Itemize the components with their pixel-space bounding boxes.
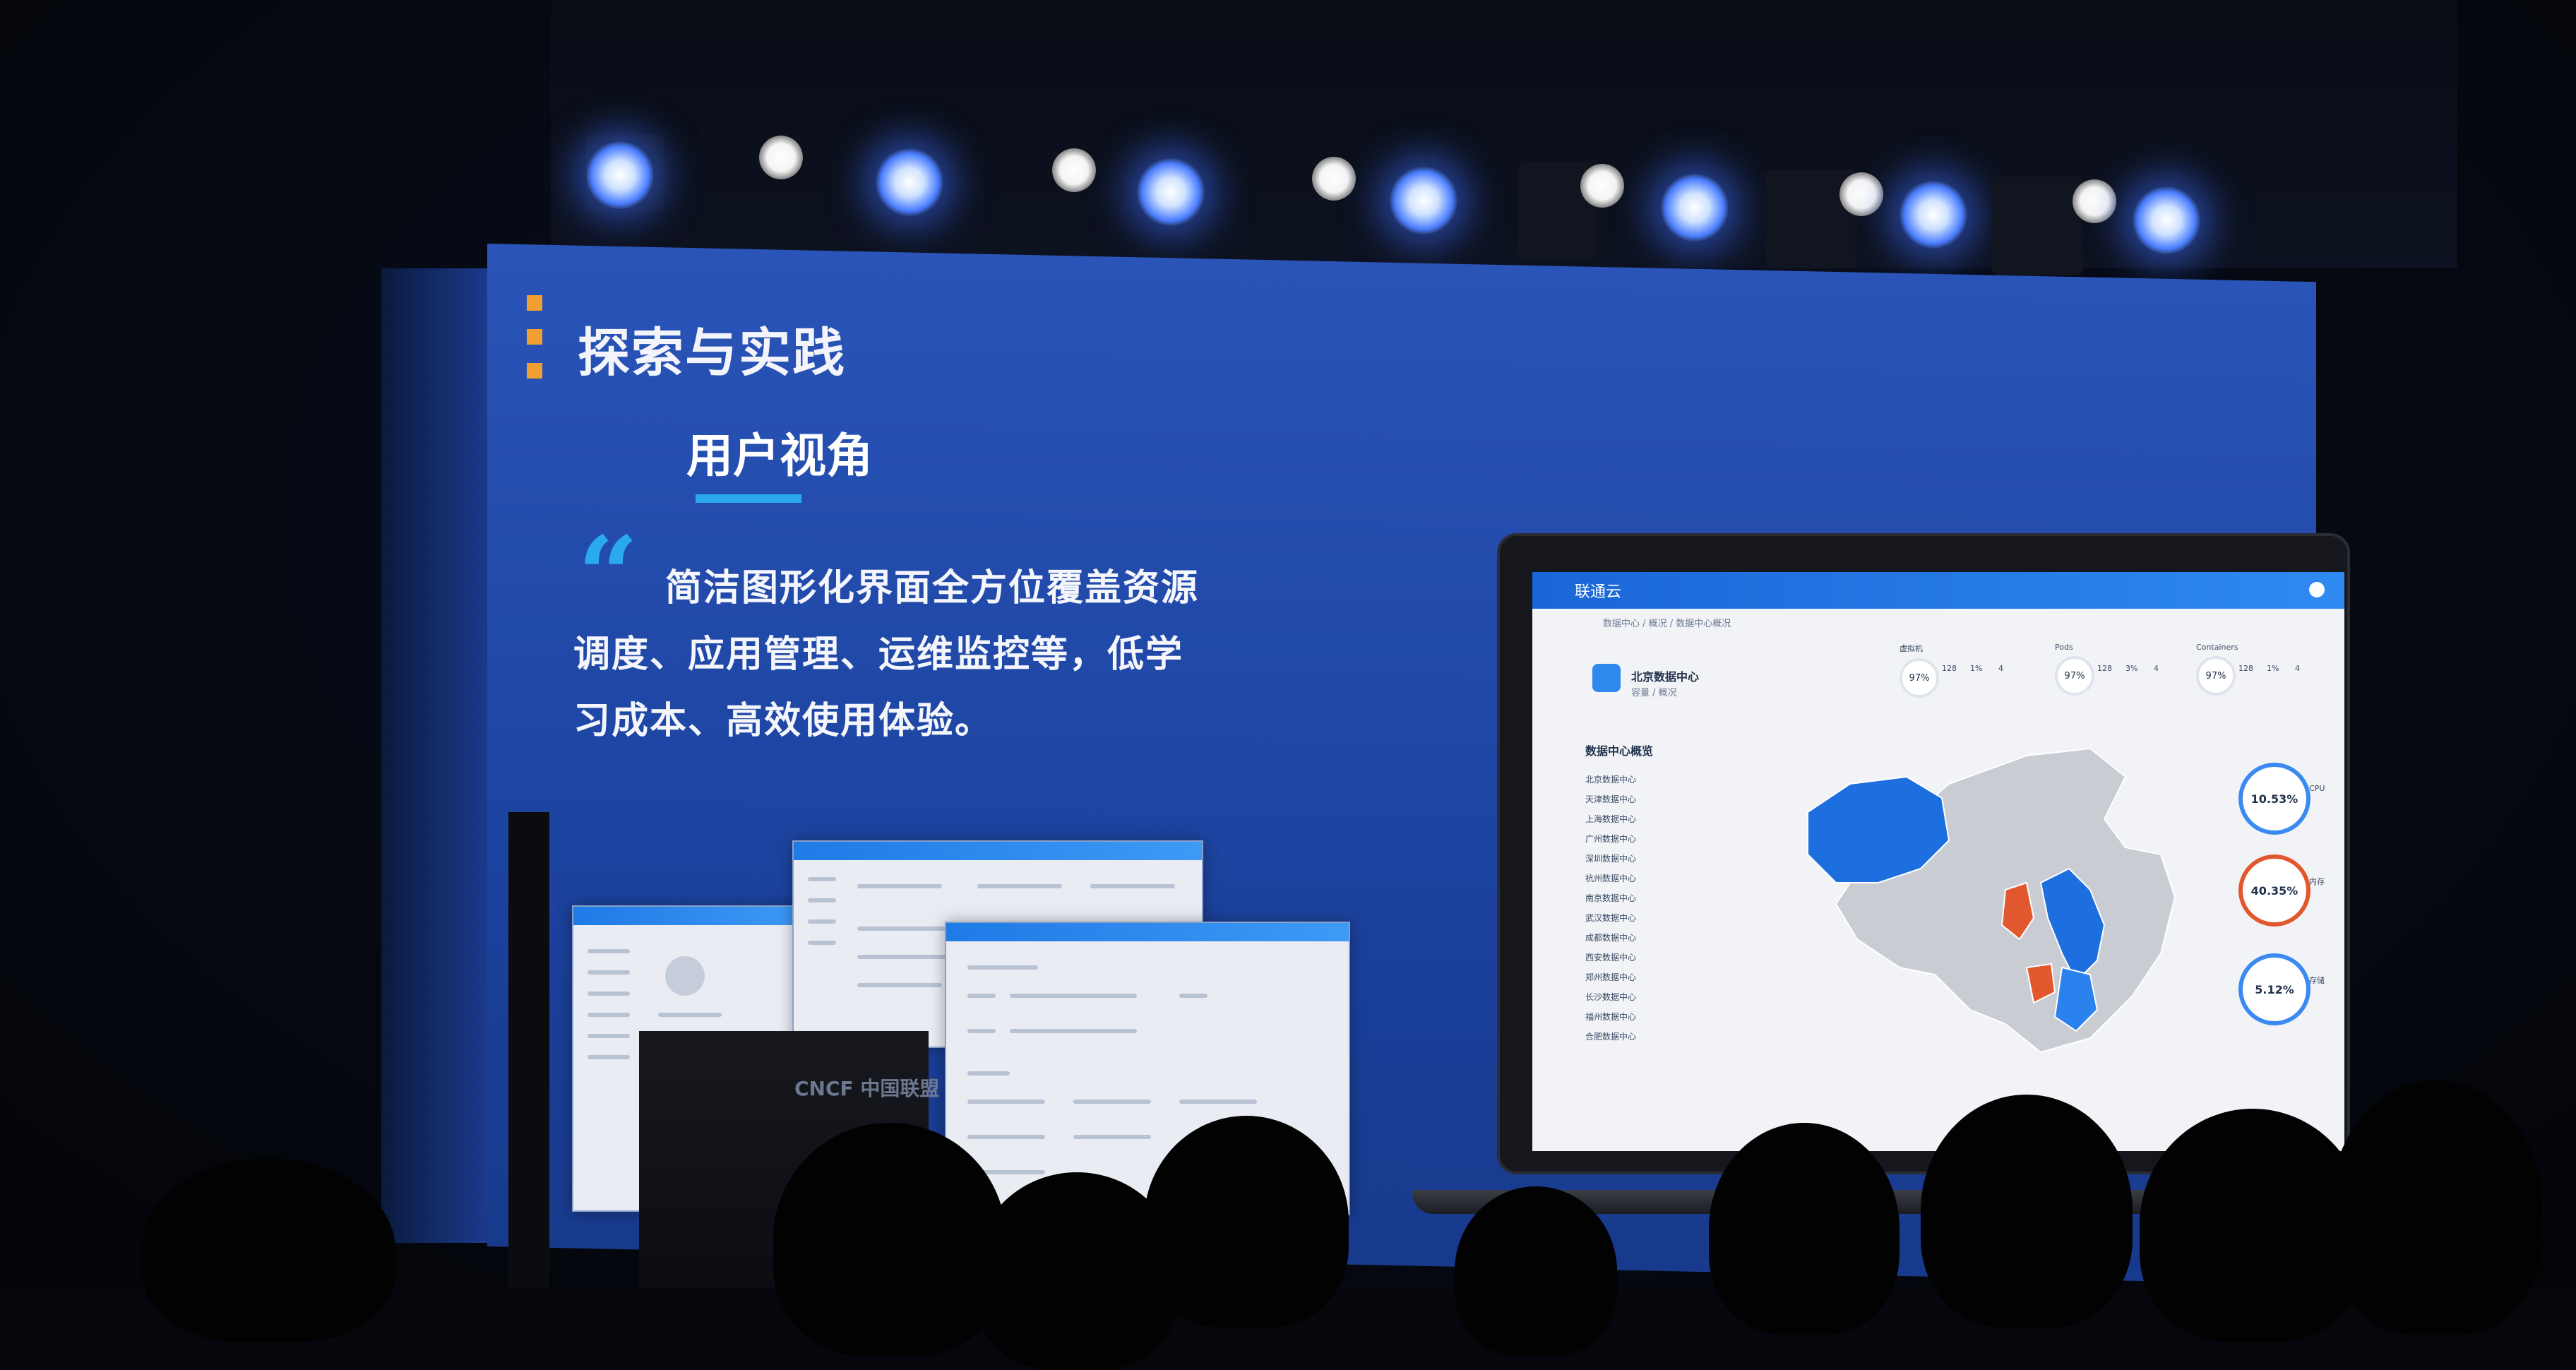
list-item[interactable]: 郑州数据中心 [1585, 971, 1748, 991]
list-item[interactable]: 长沙数据中心 [1585, 991, 1748, 1011]
audience-head [2330, 1080, 2542, 1335]
memory-ring: 40.35% [2238, 854, 2310, 927]
app-brand: 联通云 [1575, 583, 1622, 601]
list-item[interactable]: 武汉数据中心 [1585, 912, 1748, 931]
mini-window-titlebar [573, 907, 806, 925]
list-item[interactable]: 天津数据中心 [1585, 793, 1748, 813]
list-item[interactable]: 广州数据中心 [1585, 833, 1748, 852]
blue-stage-light [876, 148, 943, 216]
lamp-housing [1991, 177, 2083, 275]
podium-logo: CNCF 中国联盟 [794, 1077, 940, 1100]
datacenter-icon [1592, 664, 1621, 692]
list-item[interactable]: 西安数据中心 [1585, 951, 1748, 971]
white-stage-light [2073, 179, 2116, 223]
list-item[interactable]: 深圳数据中心 [1585, 852, 1748, 872]
stage-pillar [508, 812, 549, 1288]
stat-count: 4 [2295, 664, 2300, 673]
stat-gauge: 97% [2196, 656, 2236, 696]
storage-ring: 5.12% [2238, 953, 2310, 1025]
mini-window-titlebar [794, 842, 1202, 860]
list-item[interactable]: 成都数据中心 [1585, 931, 1748, 951]
datacenter-sub: 容量 / 概况 [1631, 688, 1677, 698]
list-item[interactable]: 合肥数据中心 [1585, 1030, 1748, 1050]
stat-label: Pods [2055, 643, 2073, 652]
stat-group-vm: 虚拟机 97% 128 1% 4 [1900, 643, 2003, 698]
white-stage-light [1312, 157, 1356, 201]
quote-mark-icon: “ [578, 513, 639, 638]
cpu-ring: 10.53% [2238, 763, 2310, 835]
datacenter-list: 北京数据中心 天津数据中心 上海数据中心 广州数据中心 深圳数据中心 杭州数据中… [1585, 773, 1748, 1050]
app-header-bar [1532, 572, 2344, 609]
breadcrumb[interactable]: 数据中心 / 概况 / 数据中心概况 [1603, 616, 1731, 629]
laptop-screen: 联通云 数据中心 / 概况 / 数据中心概况 北京数据中心 容量 / 概况 虚拟… [1532, 572, 2344, 1151]
body-line-2: 调度、应用管理、运维监控等，低学 [573, 633, 1184, 676]
stat-count: 3% [2125, 664, 2138, 673]
audience-head [1144, 1116, 1349, 1328]
list-item[interactable]: 南京数据中心 [1585, 892, 1748, 912]
white-stage-light [1052, 148, 1096, 192]
blue-stage-light [1137, 158, 1205, 226]
blue-stage-light [1661, 174, 1729, 242]
china-map[interactable] [1794, 741, 2217, 1073]
stat-count: 4 [2154, 664, 2159, 673]
body-line-3: 习成本、高效使用体验。 [573, 700, 994, 742]
white-stage-light [759, 136, 803, 179]
stat-count: 128 [2238, 664, 2253, 673]
stat-count: 128 [2097, 664, 2112, 673]
avatar [665, 956, 705, 996]
blue-stage-light [1900, 181, 1967, 249]
subtitle-underline [696, 494, 801, 503]
blue-stage-light [586, 141, 654, 209]
audience-head [1921, 1095, 2133, 1328]
bullet-square [527, 363, 542, 379]
audience-head [1709, 1123, 1900, 1335]
white-stage-light [1839, 172, 1883, 216]
audience-head [141, 1158, 395, 1342]
stat-count: 4 [1998, 664, 2003, 673]
stat-group-containers: Containers 97% 128 1% 4 [2196, 643, 2300, 696]
slide-title: 探索与实践 [578, 323, 846, 383]
stat-gauge: 97% [2055, 656, 2094, 696]
bullet-square [527, 329, 542, 345]
slide-subtitle: 用户视角 [686, 429, 873, 483]
datacenter-name: 北京数据中心 [1631, 670, 1700, 684]
stat-label: 虚拟机 [1900, 644, 1923, 653]
mini-window-titlebar [946, 923, 1349, 941]
blue-stage-light [1390, 167, 1457, 234]
list-item[interactable]: 杭州数据中心 [1585, 872, 1748, 892]
storage-ring-label: 存储 [2309, 976, 2325, 985]
cpu-ring-label: CPU [2309, 784, 2325, 793]
stat-count: 128 [1942, 664, 1957, 673]
blue-stage-light [2133, 186, 2200, 254]
audience-head [1455, 1186, 1617, 1356]
list-item[interactable]: 上海数据中心 [1585, 813, 1748, 833]
white-stage-light [1580, 164, 1624, 208]
body-line-1: 简洁图形化界面全方位覆盖资源 [665, 567, 1200, 609]
stat-label: Containers [2196, 643, 2238, 652]
bullet-square [527, 295, 542, 311]
stat-gauge: 97% [1900, 658, 1939, 698]
screen-edge [381, 268, 494, 1243]
stat-count: 1% [2267, 664, 2279, 673]
stat-group-pods: Pods 97% 128 3% 4 [2055, 643, 2159, 696]
list-item[interactable]: 福州数据中心 [1585, 1011, 1748, 1030]
close-icon[interactable] [2309, 582, 2325, 597]
title-bullets [527, 295, 542, 397]
audience-head [773, 1123, 1006, 1356]
stat-count: 1% [1970, 664, 1983, 673]
memory-ring-label: 内存 [2309, 877, 2325, 886]
section-title: 数据中心概览 [1585, 744, 1654, 758]
list-item[interactable]: 北京数据中心 [1585, 773, 1748, 793]
